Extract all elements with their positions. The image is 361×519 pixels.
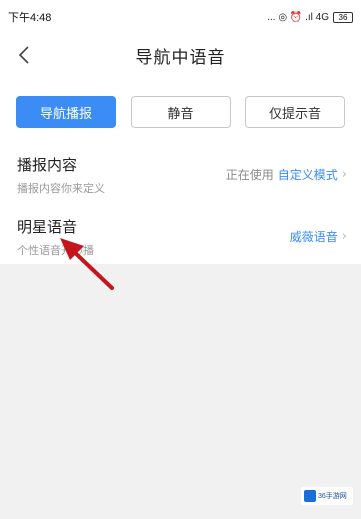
- mode-selector: 导航播报 静音 仅提示音: [16, 96, 345, 128]
- setting-row-broadcast-content[interactable]: 播报内容 播报内容你来定义 正在使用 自定义模式 ›: [0, 152, 361, 200]
- status-time: 下午4:48: [8, 12, 52, 24]
- mode-button-mute[interactable]: 静音: [130, 96, 231, 128]
- watermark-icon: [304, 490, 316, 502]
- battery-icon: 36: [333, 11, 353, 23]
- chevron-right-icon: ›: [341, 229, 347, 244]
- watermark-logo: 36手游网: [301, 487, 353, 505]
- mode-button-tone-only[interactable]: 仅提示音: [245, 96, 345, 128]
- chevron-left-icon: [18, 46, 29, 64]
- page-title: 导航中语音: [135, 47, 226, 68]
- setting-status: 威薇语音 ›: [290, 228, 347, 245]
- status-indicators: ... ◎ ⏰ .ıl 4G 36: [267, 11, 353, 23]
- setting-subtitle: 个性语音开心播: [17, 244, 94, 257]
- chevron-right-icon: ›: [341, 167, 347, 182]
- status-link: 威薇语音: [289, 230, 338, 244]
- settings-card: 导航播报 静音 仅提示音 播报内容 播报内容你来定义 正在使用 自定义模式 › 明…: [0, 76, 361, 264]
- setting-title: 播报内容: [17, 156, 78, 174]
- status-icons: ... ◎ ⏰ .ıl 4G: [267, 11, 329, 23]
- watermark-text: 36手游网: [318, 493, 347, 500]
- mode-button-navigation-broadcast[interactable]: 导航播报: [16, 96, 116, 128]
- status-bar: 下午4:48 ... ◎ ⏰ .ıl 4G 36: [0, 0, 361, 34]
- setting-status: 正在使用 自定义模式 ›: [226, 166, 347, 183]
- setting-row-celebrity-voice[interactable]: 明星语音 个性语音开心播 威薇语音 ›: [0, 214, 361, 262]
- status-prefix: 正在使用: [225, 168, 274, 182]
- setting-title: 明星语音: [17, 218, 78, 236]
- back-button[interactable]: [10, 40, 38, 70]
- setting-subtitle: 播报内容你来定义: [17, 182, 105, 195]
- nav-bar: 导航中语音: [0, 34, 361, 76]
- status-link: 自定义模式: [277, 168, 338, 182]
